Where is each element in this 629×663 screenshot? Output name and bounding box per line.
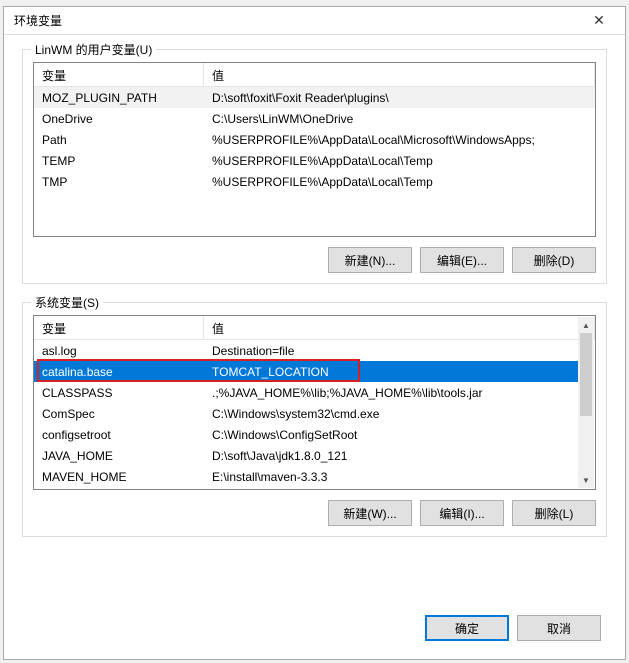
user-vars-body: MOZ_PLUGIN_PATHD:\soft\foxit\Foxit Reade… <box>34 87 595 236</box>
table-row[interactable]: catalina.baseTOMCAT_LOCATION <box>34 361 579 382</box>
scroll-up-icon[interactable]: ▲ <box>578 317 594 333</box>
cell-value: %USERPROFILE%\AppData\Local\Microsoft\Wi… <box>204 131 595 149</box>
cell-value: %USERPROFILE%\AppData\Local\Temp <box>204 173 595 191</box>
sys-vars-group: 系统变量(S) 变量 值 asl.logDestination=filecata… <box>22 302 607 537</box>
table-row[interactable]: TEMP%USERPROFILE%\AppData\Local\Temp <box>34 150 595 171</box>
cell-variable: CLASSPASS <box>34 384 204 402</box>
user-delete-button[interactable]: 删除(D) <box>512 247 596 273</box>
cell-variable: TEMP <box>34 152 204 170</box>
user-vars-table[interactable]: 变量 值 MOZ_PLUGIN_PATHD:\soft\foxit\Foxit … <box>33 62 596 237</box>
sys-vars-buttons: 新建(W)... 编辑(I)... 删除(L) <box>33 500 596 526</box>
cell-variable: Path <box>34 131 204 149</box>
table-row[interactable]: ComSpecC:\Windows\system32\cmd.exe <box>34 403 579 424</box>
cell-variable: OneDrive <box>34 110 204 128</box>
cell-variable: asl.log <box>34 342 204 360</box>
env-vars-dialog: 环境变量 ✕ LinWM 的用户变量(U) 变量 值 MOZ_PLUGIN_PA… <box>3 6 626 660</box>
dialog-title: 环境变量 <box>14 12 579 29</box>
cell-variable: JAVA_HOME <box>34 447 204 465</box>
user-vars-buttons: 新建(N)... 编辑(E)... 删除(D) <box>33 247 596 273</box>
cell-variable: ComSpec <box>34 405 204 423</box>
table-row[interactable]: MAVEN_HOMEE:\install\maven-3.3.3 <box>34 466 579 487</box>
col-header-variable[interactable]: 变量 <box>34 316 204 339</box>
cell-value: C:\Windows\ConfigSetRoot <box>204 426 579 444</box>
sys-edit-button[interactable]: 编辑(I)... <box>420 500 504 526</box>
dialog-footer: 确定 取消 <box>4 601 625 659</box>
col-header-value[interactable]: 值 <box>204 63 595 86</box>
table-row[interactable]: Path%USERPROFILE%\AppData\Local\Microsof… <box>34 129 595 150</box>
cell-value: Destination=file <box>204 342 579 360</box>
cell-value: .;%JAVA_HOME%\lib;%JAVA_HOME%\lib\tools.… <box>204 384 579 402</box>
cell-variable: MOZ_PLUGIN_PATH <box>34 89 204 107</box>
scroll-thumb[interactable] <box>580 333 592 416</box>
user-new-button[interactable]: 新建(N)... <box>328 247 412 273</box>
sys-vars-group-label: 系统变量(S) <box>31 294 103 311</box>
table-header: 变量 值 <box>34 316 595 340</box>
user-edit-button[interactable]: 编辑(E)... <box>420 247 504 273</box>
cell-value: E:\install\maven-3.3.3 <box>204 468 579 486</box>
cell-variable: catalina.base <box>34 363 204 381</box>
table-row[interactable]: CLASSPASS.;%JAVA_HOME%\lib;%JAVA_HOME%\l… <box>34 382 579 403</box>
scroll-track[interactable] <box>578 333 594 472</box>
sys-vars-table[interactable]: 变量 值 asl.logDestination=filecatalina.bas… <box>33 315 596 490</box>
sys-delete-button[interactable]: 删除(L) <box>512 500 596 526</box>
user-vars-group-label: LinWM 的用户变量(U) <box>31 41 156 58</box>
cell-variable: TMP <box>34 173 204 191</box>
table-row[interactable]: asl.logDestination=file <box>34 340 579 361</box>
cancel-button[interactable]: 取消 <box>517 615 601 641</box>
sys-new-button[interactable]: 新建(W)... <box>328 500 412 526</box>
cell-value: D:\soft\foxit\Foxit Reader\plugins\ <box>204 89 595 107</box>
col-header-value[interactable]: 值 <box>204 316 595 339</box>
table-header: 变量 值 <box>34 63 595 87</box>
table-row[interactable]: configsetrootC:\Windows\ConfigSetRoot <box>34 424 579 445</box>
cell-value: C:\Windows\system32\cmd.exe <box>204 405 579 423</box>
scrollbar[interactable]: ▲ ▼ <box>578 317 594 488</box>
dialog-content: LinWM 的用户变量(U) 变量 值 MOZ_PLUGIN_PATHD:\so… <box>4 35 625 601</box>
cell-variable: configsetroot <box>34 426 204 444</box>
table-row[interactable]: OneDriveC:\Users\LinWM\OneDrive <box>34 108 595 129</box>
col-header-variable[interactable]: 变量 <box>34 63 204 86</box>
ok-button[interactable]: 确定 <box>425 615 509 641</box>
close-icon[interactable]: ✕ <box>579 9 619 33</box>
table-row[interactable]: JAVA_HOMED:\soft\Java\jdk1.8.0_121 <box>34 445 579 466</box>
cell-value: TOMCAT_LOCATION <box>204 363 579 381</box>
titlebar: 环境变量 ✕ <box>4 7 625 35</box>
user-vars-group: LinWM 的用户变量(U) 变量 值 MOZ_PLUGIN_PATHD:\so… <box>22 49 607 284</box>
cell-value: C:\Users\LinWM\OneDrive <box>204 110 595 128</box>
table-row[interactable]: TMP%USERPROFILE%\AppData\Local\Temp <box>34 171 595 192</box>
sys-vars-body: asl.logDestination=filecatalina.baseTOMC… <box>34 340 595 489</box>
scroll-down-icon[interactable]: ▼ <box>578 472 594 488</box>
table-row[interactable]: MOZ_PLUGIN_PATHD:\soft\foxit\Foxit Reade… <box>34 87 595 108</box>
cell-variable: MAVEN_HOME <box>34 468 204 486</box>
cell-value: D:\soft\Java\jdk1.8.0_121 <box>204 447 579 465</box>
cell-value: %USERPROFILE%\AppData\Local\Temp <box>204 152 595 170</box>
